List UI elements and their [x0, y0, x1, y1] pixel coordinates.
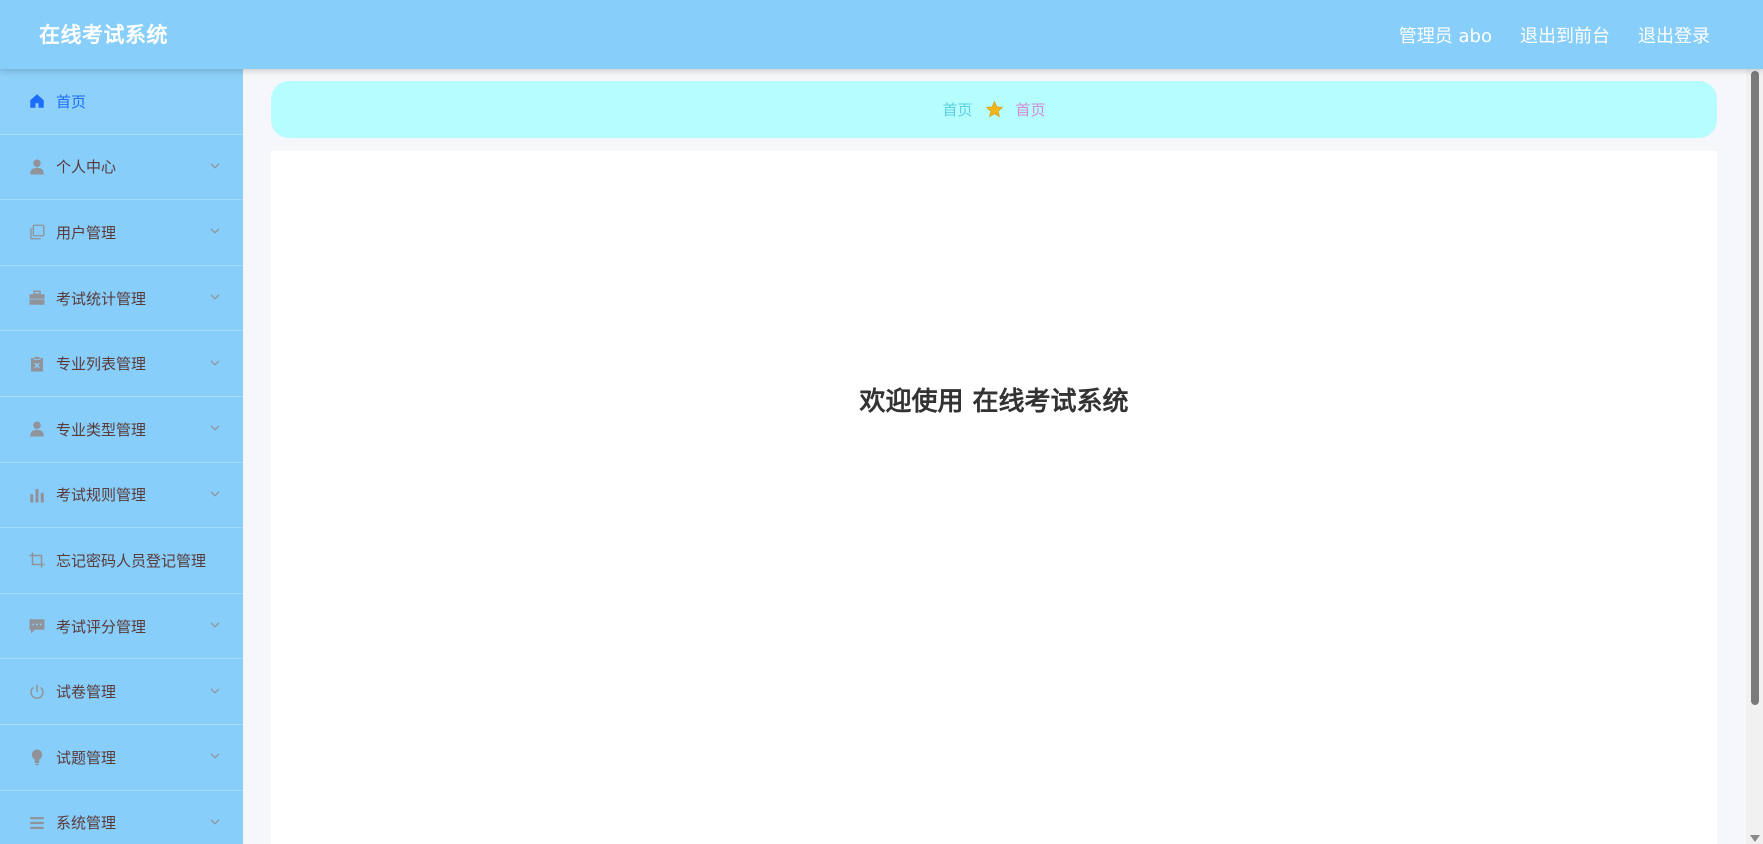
- sidebar-item-exam-statistics[interactable]: 考试统计管理: [0, 266, 243, 332]
- user-icon: [27, 157, 46, 176]
- sidebar: 首页 个人中心 用户管理 考试统计管理 专业列表管理 专业类型管理 考试规则管理…: [0, 69, 243, 844]
- chevron-down-icon: [210, 294, 220, 300]
- sidebar-item-paper-management[interactable]: 试卷管理: [0, 659, 243, 725]
- welcome-heading: 欢迎使用 在线考试系统: [859, 387, 1129, 417]
- chevron-down-icon: [210, 491, 220, 497]
- sidebar-item-home[interactable]: 首页: [0, 69, 243, 135]
- exit-to-front-link[interactable]: 退出到前台: [1520, 22, 1610, 48]
- sidebar-item-label: 试题管理: [56, 748, 117, 767]
- briefcase-icon: [27, 289, 46, 308]
- sidebar-item-personal-center[interactable]: 个人中心: [0, 135, 243, 201]
- sidebar-item-label: 试卷管理: [56, 683, 117, 702]
- sidebar-item-question-management[interactable]: 试题管理: [0, 725, 243, 791]
- crop-icon: [27, 551, 46, 570]
- top-header: 在线考试系统 管理员 abo 退出到前台 退出登录: [0, 0, 1763, 69]
- sidebar-item-system-management[interactable]: 系统管理: [0, 791, 243, 844]
- breadcrumb-home-link[interactable]: 首页: [942, 99, 972, 120]
- chevron-down-icon: [210, 819, 220, 825]
- sidebar-item-label: 个人中心: [56, 158, 117, 177]
- sidebar-item-major-list[interactable]: 专业列表管理: [0, 331, 243, 397]
- sidebar-item-label: 考试评分管理: [56, 617, 147, 636]
- sidebar-item-label: 考试统计管理: [56, 289, 147, 308]
- breadcrumb-current: 首页: [1015, 101, 1046, 119]
- logout-link[interactable]: 退出登录: [1638, 22, 1710, 48]
- list-icon: [27, 813, 46, 832]
- clipboard-x-icon: [27, 354, 46, 373]
- copy-icon: [27, 223, 46, 242]
- sidebar-item-label: 首页: [56, 92, 87, 111]
- star-icon: [985, 100, 1004, 119]
- sidebar-item-forgot-password-registration[interactable]: 忘记密码人员登记管理: [0, 528, 243, 594]
- power-icon: [27, 682, 46, 701]
- home-icon: [27, 92, 46, 111]
- sidebar-item-label: 专业列表管理: [56, 355, 147, 374]
- chevron-down-icon: [210, 163, 220, 169]
- sidebar-item-major-type[interactable]: 专业类型管理: [0, 397, 243, 463]
- scrollbar-thumb[interactable]: [1751, 71, 1759, 705]
- chevron-down-icon: [210, 425, 220, 431]
- chevron-down-icon: [210, 228, 220, 235]
- sidebar-item-exam-rules[interactable]: 考试规则管理: [0, 463, 243, 529]
- chevron-down-icon: [210, 753, 220, 759]
- user-icon: [27, 420, 46, 439]
- chevron-down-icon: [210, 688, 220, 694]
- header-actions: 管理员 abo 退出到前台 退出登录: [1399, 22, 1710, 48]
- sidebar-item-label: 专业类型管理: [56, 420, 147, 439]
- sidebar-item-label: 忘记密码人员登记管理: [56, 551, 207, 570]
- chat-icon: [27, 617, 46, 636]
- bar-chart-icon: [27, 485, 46, 504]
- sidebar-item-label: 系统管理: [56, 814, 117, 833]
- app-title: 在线考试系统: [39, 23, 168, 47]
- current-user-label: 管理员 abo: [1398, 26, 1492, 47]
- sidebar-item-exam-scoring[interactable]: 考试评分管理: [0, 594, 243, 660]
- scroll-down-arrow-icon[interactable]: [1750, 835, 1760, 842]
- sidebar-item-label: 考试规则管理: [56, 486, 147, 505]
- chevron-down-icon: [210, 622, 220, 628]
- breadcrumb: 首页 首页: [271, 81, 1717, 138]
- sidebar-item-label: 用户管理: [56, 223, 117, 242]
- main-content: 首页 首页 欢迎使用 在线考试系统: [243, 69, 1746, 844]
- sidebar-item-user-management[interactable]: 用户管理: [0, 200, 243, 266]
- welcome-card: 欢迎使用 在线考试系统: [271, 151, 1717, 844]
- bulb-icon: [27, 748, 46, 767]
- chevron-down-icon: [210, 360, 220, 366]
- page-scrollbar[interactable]: [1746, 69, 1763, 844]
